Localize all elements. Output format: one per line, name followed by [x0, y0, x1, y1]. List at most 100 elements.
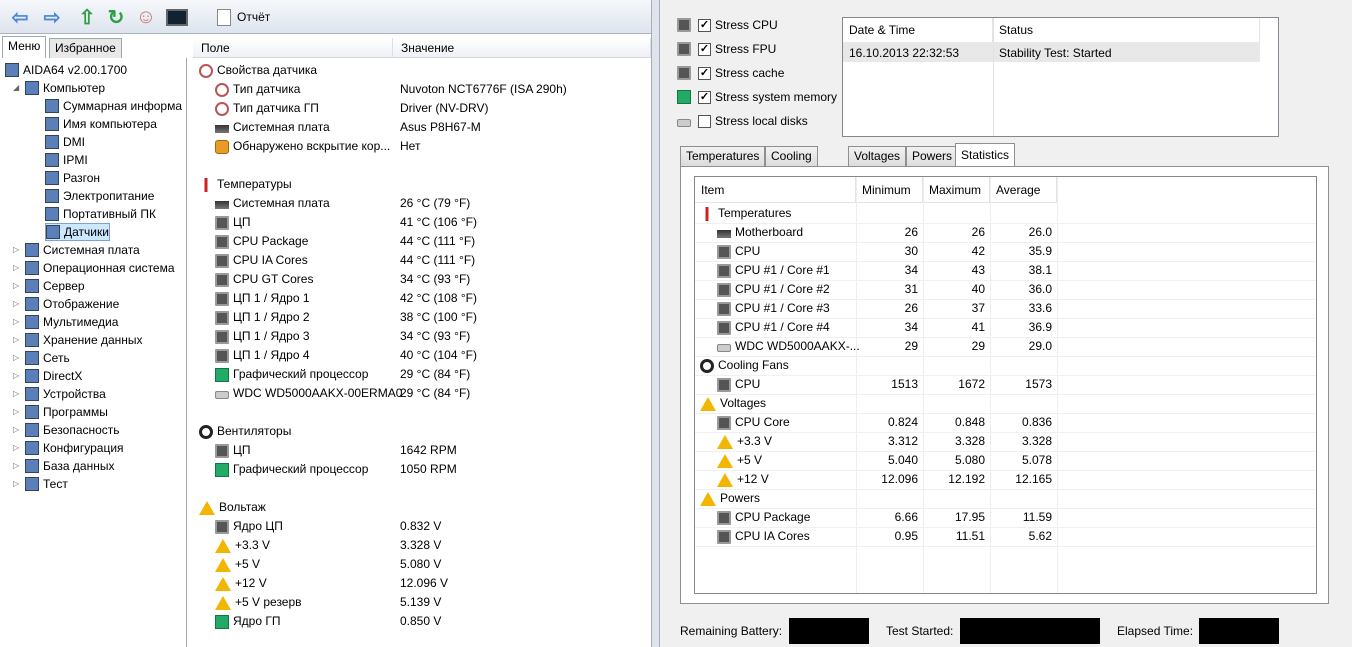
expand-toggle-icon[interactable]: ▷ — [13, 385, 21, 403]
tab-temperatures[interactable]: Temperatures — [680, 146, 766, 167]
tab-favorites[interactable]: Избранное — [49, 38, 122, 58]
expand-toggle-icon[interactable]: ▷ — [13, 259, 21, 277]
expand-toggle-icon[interactable]: ▷ — [13, 331, 21, 349]
forward-arrow-icon[interactable]: ⇨ — [40, 6, 64, 29]
tab-statistics[interactable]: Statistics — [955, 143, 1016, 168]
tree-item-computer-child[interactable]: Портативный ПК — [45, 205, 156, 223]
stats-row[interactable]: +12 V 12.096 12.192 12.165 — [695, 470, 1316, 489]
tree-item-computer-child[interactable]: Разгон — [45, 169, 100, 187]
list-row[interactable]: +12 V 12.096 V — [193, 574, 651, 593]
list-row[interactable]: ЦП 1 / Ядро 2 38 °C (100 °F) — [193, 308, 651, 327]
expand-toggle-icon[interactable]: ▷ — [13, 295, 21, 313]
stats-row[interactable]: CPU #1 / Core #2 31 40 36.0 — [695, 280, 1316, 299]
tree-item-computer[interactable]: Компьютер — [25, 79, 105, 97]
tree-item-category[interactable]: Тест — [25, 475, 68, 493]
tree-item-category[interactable]: DirectX — [25, 367, 82, 385]
tree-item-computer-child[interactable]: IPMI — [45, 151, 88, 169]
expand-toggle-icon[interactable]: ▷ — [13, 367, 21, 385]
stats-row[interactable]: CPU Core 0.824 0.848 0.836 — [695, 413, 1316, 432]
tree-item-category[interactable]: База данных — [25, 457, 114, 475]
expand-toggle-icon[interactable]: ◢ — [13, 79, 21, 97]
tree-item-computer-child[interactable]: DMI — [45, 133, 85, 151]
list-row[interactable]: Ядро ГП 0.850 V — [193, 612, 651, 631]
expand-toggle-icon[interactable]: ▷ — [13, 475, 21, 493]
list-row[interactable]: WDC WD5000AAKX-00ERMA0 29 °C (84 °F) — [193, 384, 651, 403]
back-arrow-icon[interactable]: ⇦ — [8, 6, 32, 29]
stats-row[interactable]: CPU 1513 1672 1573 — [695, 375, 1316, 394]
list-group-header[interactable]: Вентиляторы — [193, 422, 651, 441]
stats-row[interactable]: +3.3 V 3.312 3.328 3.328 — [695, 432, 1316, 451]
stress-option[interactable]: ✓ Stress CPU — [677, 16, 778, 34]
list-group-header[interactable]: Температуры — [193, 175, 651, 194]
list-row[interactable]: Тип датчика ГП Driver (NV-DRV) — [193, 99, 651, 118]
list-row[interactable]: +5 V 5.080 V — [193, 555, 651, 574]
expand-toggle-icon[interactable]: ▷ — [13, 421, 21, 439]
stats-group-row[interactable]: Cooling Fans — [695, 356, 1316, 375]
stats-row[interactable]: CPU #1 / Core #1 34 43 38.1 — [695, 261, 1316, 280]
checkbox-checked[interactable]: ✓ — [698, 90, 711, 104]
tree-item-category[interactable]: Устройства — [25, 385, 106, 403]
tree-item-category[interactable]: Хранение данных — [25, 331, 143, 349]
tree-item-category[interactable]: Безопасность — [25, 421, 120, 439]
list-row[interactable]: Графический процессор 1050 RPM — [193, 460, 651, 479]
report-button[interactable]: Отчёт — [213, 6, 274, 28]
tab-powers[interactable]: Powers — [906, 146, 959, 167]
stats-group-row[interactable]: Powers — [695, 489, 1316, 508]
tree-root[interactable]: AIDA64 v2.00.1700 — [5, 61, 127, 79]
stats-column-average[interactable]: Average — [990, 177, 1057, 203]
stats-row[interactable]: CPU 30 42 35.9 — [695, 242, 1316, 261]
list-row[interactable]: Тип датчика Nuvoton NCT6776F (ISA 290h) — [193, 80, 651, 99]
list-row[interactable]: CPU IA Cores 44 °C (111 °F) — [193, 251, 651, 270]
list-group-header[interactable]: Свойства датчика — [193, 61, 651, 80]
tree-item-category[interactable]: Сервер — [25, 277, 85, 295]
tab-voltages[interactable]: Voltages — [848, 146, 907, 167]
stats-row[interactable]: +5 V 5.040 5.080 5.078 — [695, 451, 1316, 470]
stats-column-minimum[interactable]: Minimum — [856, 177, 923, 203]
stats-group-row[interactable]: Voltages — [695, 394, 1316, 413]
stress-option[interactable]: Stress local disks — [677, 112, 808, 130]
stress-option[interactable]: ✓ Stress cache — [677, 64, 784, 82]
list-row[interactable]: ЦП 1642 RPM — [193, 441, 651, 460]
list-row[interactable]: Системная плата 26 °C (79 °F) — [193, 194, 651, 213]
expand-toggle-icon[interactable]: ▷ — [13, 439, 21, 457]
stats-column-maximum[interactable]: Maximum — [923, 177, 990, 203]
tree-item-category[interactable]: Системная плата — [25, 241, 140, 259]
monitor-icon[interactable] — [165, 6, 189, 28]
stats-row[interactable]: WDC WD5000AAKX-... 29 29 29.0 — [695, 337, 1316, 356]
stress-option[interactable]: ✓ Stress system memory — [677, 88, 837, 106]
list-row[interactable]: ЦП 1 / Ядро 3 34 °C (93 °F) — [193, 327, 651, 346]
tree-item-computer-child[interactable]: Датчики — [45, 223, 110, 241]
users-icon[interactable]: ☺ — [134, 6, 158, 28]
column-field[interactable]: Поле — [193, 38, 393, 58]
tree-item-category[interactable]: Отображение — [25, 295, 119, 313]
expand-toggle-icon[interactable]: ▷ — [13, 403, 21, 421]
tree-item-category[interactable]: Программы — [25, 403, 108, 421]
tree-item-category[interactable]: Сеть — [25, 349, 70, 367]
tree-item-computer-child[interactable]: Имя компьютера — [45, 115, 157, 133]
column-value[interactable]: Значение — [393, 38, 651, 58]
expand-toggle-icon[interactable]: ▷ — [13, 241, 21, 259]
checkbox-checked[interactable]: ✓ — [698, 42, 711, 56]
refresh-icon[interactable]: ↻ — [104, 6, 128, 29]
tree-item-computer-child[interactable]: Электропитание — [45, 187, 154, 205]
tab-cooling-fans[interactable]: Cooling Fans — [765, 146, 818, 182]
checkbox-unchecked[interactable] — [698, 114, 711, 128]
tree-item-category[interactable]: Конфигурация — [25, 439, 124, 457]
list-row[interactable]: ЦП 1 / Ядро 4 40 °C (104 °F) — [193, 346, 651, 365]
tree-item-category[interactable]: Операционная система — [25, 259, 175, 277]
stats-row[interactable]: Motherboard 26 26 26.0 — [695, 223, 1316, 242]
list-row[interactable]: Системная плата Asus P8H67-M — [193, 118, 651, 137]
stress-option[interactable]: ✓ Stress FPU — [677, 40, 776, 58]
expand-toggle-icon[interactable]: ▷ — [13, 349, 21, 367]
checkbox-checked[interactable]: ✓ — [698, 66, 711, 80]
checkbox-checked[interactable]: ✓ — [698, 18, 711, 32]
list-row[interactable]: Ядро ЦП 0.832 V — [193, 517, 651, 536]
stats-column-item[interactable]: Item — [695, 177, 856, 203]
stats-row[interactable]: CPU #1 / Core #4 34 41 36.9 — [695, 318, 1316, 337]
list-row[interactable]: Обнаружено вскрытие кор... Нет — [193, 137, 651, 156]
stats-row[interactable]: CPU #1 / Core #3 26 37 33.6 — [695, 299, 1316, 318]
list-row[interactable]: CPU GT Cores 34 °C (93 °F) — [193, 270, 651, 289]
list-row[interactable]: Графический процессор 29 °C (84 °F) — [193, 365, 651, 384]
list-row[interactable]: ЦП 1 / Ядро 1 42 °C (108 °F) — [193, 289, 651, 308]
stats-row[interactable]: CPU IA Cores 0.95 11.51 5.62 — [695, 527, 1316, 546]
